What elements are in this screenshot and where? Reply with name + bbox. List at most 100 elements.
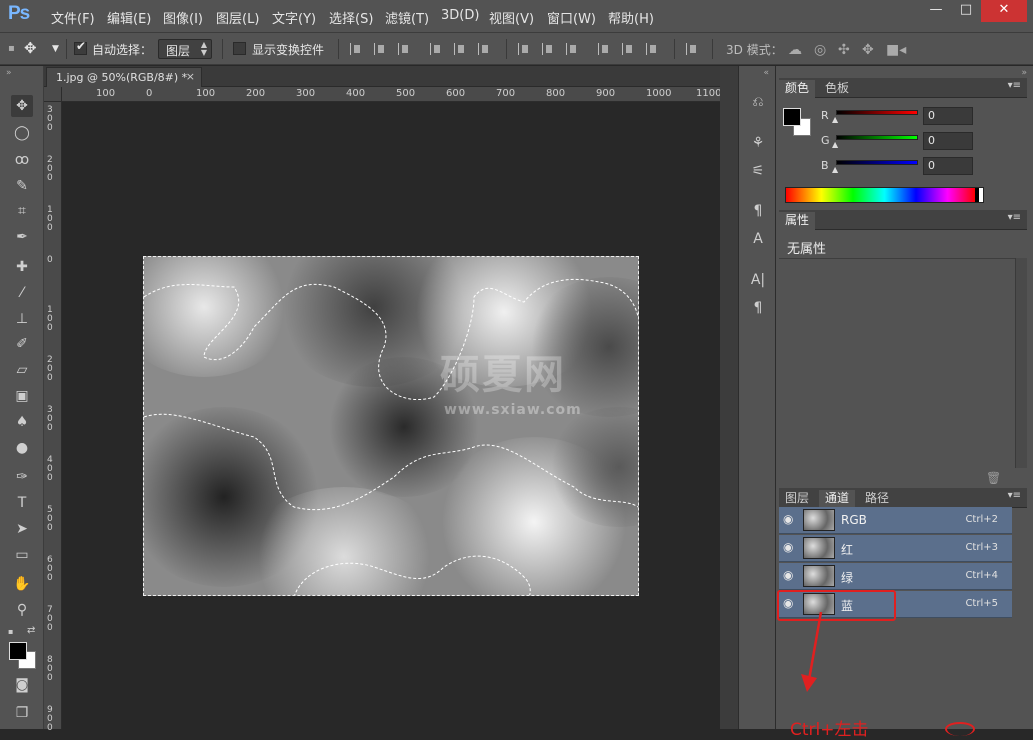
clone-stamp-icon[interactable]: ⊥ <box>11 308 33 330</box>
quick-mask-icon[interactable]: ◙ <box>11 674 33 696</box>
pen-tool-icon[interactable]: ✑ <box>11 466 33 488</box>
color-spectrum-ramp[interactable] <box>785 187 984 203</box>
crop-tool-icon[interactable]: ⌗ <box>11 200 33 222</box>
elliptical-marquee-icon[interactable]: ◯ <box>11 122 33 144</box>
paragraph-styles-icon[interactable]: A <box>747 228 769 250</box>
restore-button[interactable]: □ <box>951 0 981 22</box>
color-panel-foreground-swatch[interactable] <box>783 108 801 126</box>
brush-panel-icon[interactable]: ⚘ <box>747 132 769 154</box>
character-panel-icon[interactable]: A| <box>747 269 769 291</box>
panel-menu-icon[interactable]: ▾≡ <box>1008 490 1021 501</box>
gradient-tool-icon[interactable]: ▣ <box>11 385 33 407</box>
distribute-hcenter-icon[interactable] <box>622 43 636 55</box>
auto-select-target-select[interactable]: 图层 ▲ ▼ <box>158 39 212 59</box>
distribute-vcenter-icon[interactable] <box>542 43 556 55</box>
slider-thumb-icon[interactable]: ▲ <box>832 165 838 174</box>
trash-icon[interactable]: 🗑 <box>986 471 1001 485</box>
close-button[interactable]: ✕ <box>981 0 1027 22</box>
distribute-bottom-icon[interactable] <box>566 43 580 55</box>
menu-window[interactable]: 窗口(W) <box>547 8 596 27</box>
auto-select-checkbox[interactable]: ✔ <box>74 39 87 55</box>
green-slider[interactable] <box>836 135 918 140</box>
align-right-icon[interactable] <box>478 43 492 55</box>
align-hcenter-icon[interactable] <box>454 43 468 55</box>
eraser-tool-icon[interactable]: ▱ <box>11 359 33 381</box>
eyedropper-icon[interactable]: ✒ <box>11 226 33 248</box>
properties-scrollbar[interactable] <box>1015 258 1027 468</box>
quick-selection-icon[interactable]: ✎ <box>11 175 33 197</box>
default-colors-icon[interactable]: ▪ <box>8 627 13 636</box>
type-tool-icon[interactable]: T <box>11 492 33 514</box>
menu-3d[interactable]: 3D(D) <box>441 8 479 23</box>
swap-colors-icon[interactable]: ⇄ <box>27 625 35 636</box>
move-tool-preset-icon[interactable]: ✥ <box>24 39 37 57</box>
blue-value-input[interactable]: 0 <box>923 157 973 175</box>
collapse-icon[interactable]: « <box>763 68 769 78</box>
dodge-tool-icon[interactable]: ● <box>11 437 33 459</box>
menu-select[interactable]: 选择(S) <box>329 8 373 27</box>
tab-paths[interactable]: 路径 <box>859 490 895 508</box>
tab-layers[interactable]: 图层 <box>779 490 815 508</box>
tab-color[interactable]: 颜色 <box>779 80 816 98</box>
tab-channels[interactable]: 通道 <box>819 490 856 508</box>
document-tab[interactable]: 1.jpg @ 50%(RGB/8#) * × <box>46 67 202 87</box>
horizontal-ruler[interactable]: 100 0 100 200 300 400 500 600 700 800 90… <box>62 87 721 102</box>
menu-image[interactable]: 图像(I) <box>163 8 203 27</box>
close-document-icon[interactable]: × <box>186 70 195 83</box>
menu-help[interactable]: 帮助(H) <box>608 8 654 27</box>
channel-row-rgb[interactable]: ◉ RGB Ctrl+2 <box>779 507 1012 534</box>
path-selection-icon[interactable]: ➤ <box>11 518 33 540</box>
eye-icon[interactable]: ◉ <box>783 540 793 554</box>
screen-mode-icon[interactable]: ❐ <box>11 702 33 724</box>
align-bottom-icon[interactable] <box>398 43 412 55</box>
slide-3d-icon[interactable]: ✥ <box>862 42 874 58</box>
channel-row-green[interactable]: ◉ 绿 Ctrl+4 <box>779 563 1012 590</box>
collapse-icon[interactable]: » <box>6 68 12 78</box>
orbit-3d-icon[interactable]: ☁ <box>788 42 802 58</box>
brush-presets-icon[interactable]: ⚟ <box>747 160 769 182</box>
align-top-icon[interactable] <box>350 43 364 55</box>
history-panel-icon[interactable]: ⎌ <box>747 91 769 113</box>
healing-brush-icon[interactable]: ✚ <box>11 256 33 278</box>
tab-properties[interactable]: 属性 <box>779 212 816 230</box>
ruler-origin[interactable] <box>44 87 62 102</box>
pan-3d-icon[interactable]: ✣ <box>838 42 850 58</box>
align-vcenter-icon[interactable] <box>374 43 388 55</box>
foreground-color-swatch[interactable] <box>9 642 27 660</box>
brush-tool-icon[interactable]: ⁄ <box>11 282 33 304</box>
lasso-tool-icon[interactable]: ꝏ <box>11 149 33 171</box>
scale-3d-icon[interactable]: ■◂ <box>886 42 906 58</box>
align-left-icon[interactable] <box>430 43 444 55</box>
red-value-input[interactable]: 0 <box>923 107 973 125</box>
slider-thumb-icon[interactable]: ▲ <box>832 115 838 124</box>
green-value-input[interactable]: 0 <box>923 132 973 150</box>
eye-icon[interactable]: ◉ <box>783 568 793 582</box>
menu-layer[interactable]: 图层(L) <box>216 8 259 27</box>
blur-tool-icon[interactable]: ♠ <box>11 411 33 433</box>
distribute-top-icon[interactable] <box>518 43 532 55</box>
panel-menu-icon[interactable]: ▾≡ <box>1008 80 1021 91</box>
menu-type[interactable]: 文字(Y) <box>272 8 316 27</box>
tab-swatches[interactable]: 色板 <box>819 80 855 98</box>
hand-tool-icon[interactable]: ✋ <box>11 573 33 595</box>
document-image[interactable] <box>143 256 639 596</box>
menu-edit[interactable]: 编辑(E) <box>107 8 151 27</box>
panel-menu-icon[interactable]: ▾≡ <box>1008 212 1021 223</box>
paragraph-panel-icon[interactable]: ¶ <box>747 297 769 319</box>
character-styles-icon[interactable]: ¶ <box>747 200 769 222</box>
preset-dropdown-icon[interactable]: ▼ <box>52 44 59 54</box>
red-slider[interactable] <box>836 110 918 115</box>
show-transform-checkbox[interactable] <box>233 42 246 55</box>
menu-view[interactable]: 视图(V) <box>489 8 534 27</box>
menu-file[interactable]: 文件(F) <box>51 8 95 27</box>
blue-slider[interactable] <box>836 160 918 165</box>
collapse-icon[interactable]: » <box>1021 68 1027 78</box>
minimize-button[interactable]: — <box>921 0 951 22</box>
distribute-left-icon[interactable] <box>598 43 612 55</box>
menu-filter[interactable]: 滤镜(T) <box>385 8 429 27</box>
vertical-ruler[interactable]: 300 200 100 0 100 200 300 400 500 600 70… <box>44 102 62 733</box>
roll-3d-icon[interactable]: ◎ <box>814 42 826 58</box>
slider-thumb-icon[interactable]: ▲ <box>832 140 838 149</box>
channel-row-red[interactable]: ◉ 红 Ctrl+3 <box>779 535 1012 562</box>
history-brush-icon[interactable]: ✐ <box>11 333 33 355</box>
